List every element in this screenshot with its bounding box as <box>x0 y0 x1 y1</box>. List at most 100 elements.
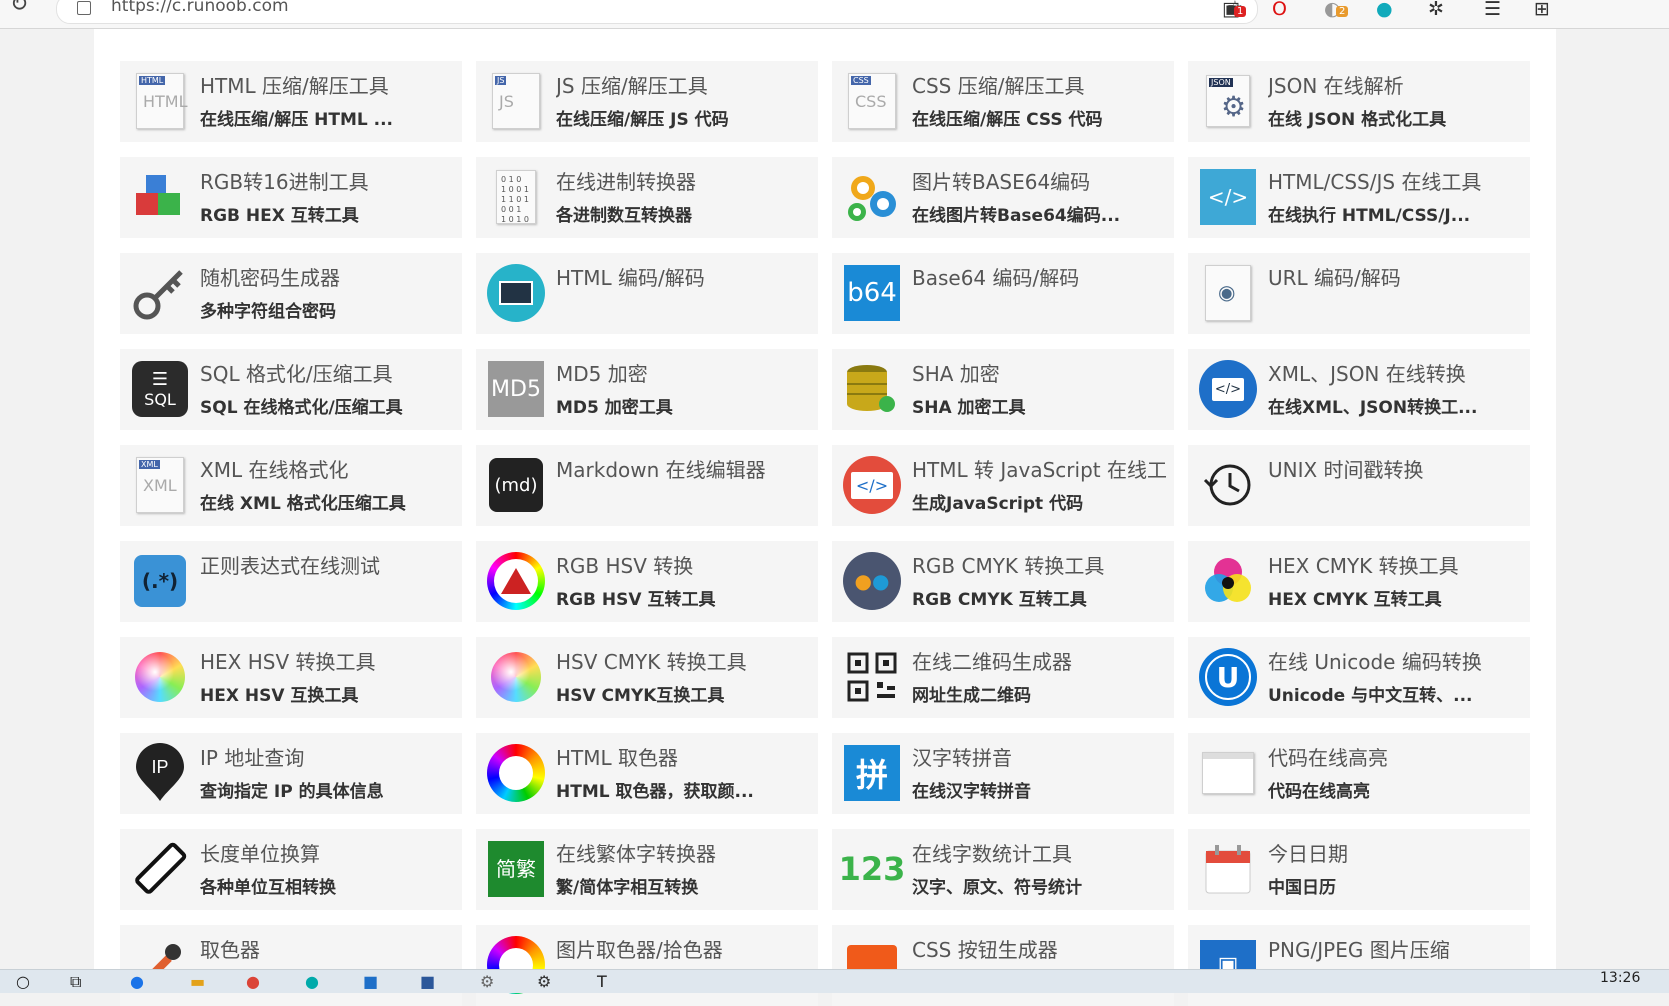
color-triangle-icon[interactable] <box>486 551 546 611</box>
reload-icon[interactable]: ↻ <box>10 0 28 17</box>
tool-title[interactable]: 图片取色器/拾色器 <box>556 934 812 963</box>
tool-title[interactable]: RGB CMYK 转换工具 <box>912 550 1168 579</box>
unicode-icon[interactable]: U <box>1198 647 1258 707</box>
tool-title[interactable]: HEX CMYK 转换工具 <box>1268 550 1524 579</box>
json-gear-icon[interactable]: JSON ⚙ <box>1198 71 1258 131</box>
opera-extension-icon[interactable]: O <box>1272 0 1287 20</box>
tool-card[interactable]: HEX CMYK 转换工具 HEX CMYK 互转工具 <box>1188 541 1530 622</box>
tool-title[interactable]: 今日日期 <box>1268 838 1524 867</box>
tool-title[interactable]: PNG/JPEG 图片压缩 <box>1268 934 1524 963</box>
tool-title[interactable]: HTML 取色器 <box>556 742 812 771</box>
tool-card[interactable]: 简繁 在线繁体字转换器 繁/简体字相互转换 <box>476 829 818 910</box>
typora-icon[interactable]: T <box>597 972 607 991</box>
tool-card[interactable]: UNIX 时间戳转换 <box>1188 445 1530 526</box>
tool-title[interactable]: HTML 压缩/解压工具 <box>200 70 456 99</box>
tool-card[interactable]: </> HTML/CSS/JS 在线工具 在线执行 HTML/CSS/J... <box>1188 157 1530 238</box>
rgb-cubes-icon[interactable] <box>130 167 190 227</box>
tool-title[interactable]: 代码在线高亮 <box>1268 742 1524 771</box>
tool-card[interactable]: HTML 编码/解码 <box>476 253 818 334</box>
html-doc-icon[interactable]: HTML HTML <box>130 71 190 131</box>
tool-title[interactable]: HTML 转 JavaScript 在线工具 <box>912 454 1168 483</box>
tool-card[interactable]: 拼汉字转拼音 在线汉字转拼音 <box>832 733 1174 814</box>
number-123-icon[interactable]: 123 <box>839 839 906 899</box>
collections-icon[interactable]: ⊞ <box>1534 0 1550 20</box>
tool-title[interactable]: MD5 加密 <box>556 358 812 387</box>
qrcode-icon[interactable] <box>842 647 902 707</box>
tool-card[interactable]: U 在线 Unicode 编码转换 Unicode 与中文互转、... <box>1188 637 1530 718</box>
tool-title[interactable]: CSS 按钮生成器 <box>912 934 1168 963</box>
ruler-icon[interactable] <box>130 839 190 899</box>
binary-doc-icon[interactable]: 0 1 01 0 0 11 1 0 10 0 11 0 1 0 <box>486 167 546 227</box>
tool-card[interactable]: XML XML XML 在线格式化 在线 XML 格式化压缩工具 <box>120 445 462 526</box>
chrome-icon[interactable]: ● <box>246 972 260 991</box>
tool-title[interactable]: XML 在线格式化 <box>200 454 456 483</box>
history-clock-icon[interactable] <box>1198 455 1258 515</box>
favorites-icon[interactable]: ☰ <box>1484 0 1501 20</box>
tool-title[interactable]: JS 压缩/解压工具 <box>556 70 812 99</box>
tool-card[interactable]: 0 1 01 0 0 11 1 0 10 0 11 0 1 0 在线进制转换器 各进… <box>476 157 818 238</box>
traditional-chinese-icon[interactable]: 简繁 <box>486 839 546 899</box>
tool-title[interactable]: 在线进制转换器 <box>556 166 812 195</box>
color-ball-icon[interactable] <box>130 647 190 707</box>
tool-title[interactable]: HSV CMYK 转换工具 <box>556 646 812 675</box>
markdown-icon[interactable]: (md) <box>486 455 546 515</box>
extensions-puzzle-icon[interactable]: ✲ <box>1428 0 1444 20</box>
tool-title[interactable]: 正则表达式在线测试 <box>200 550 456 579</box>
tool-card[interactable]: JSON ⚙ JSON 在线解析 在线 JSON 格式化工具 <box>1188 61 1530 142</box>
task-view-icon[interactable]: ⧉ <box>70 972 81 992</box>
tool-card[interactable]: IP IP 地址查询 查询指定 IP 的具体信息 <box>120 733 462 814</box>
sql-icon[interactable]: ☰ SQL <box>130 359 190 419</box>
tool-card[interactable]: HEX HSV 转换工具 HEX HSV 互换工具 <box>120 637 462 718</box>
css-doc-icon[interactable]: CSS CSS <box>842 71 902 131</box>
key-icon[interactable] <box>130 263 190 323</box>
database-key-icon[interactable] <box>842 359 902 419</box>
tool-title[interactable]: 取色器 <box>200 934 456 963</box>
regex-icon[interactable]: (.*) <box>130 551 190 611</box>
tool-card[interactable]: 取色器 <box>120 925 462 1006</box>
b64-icon[interactable]: b64 <box>842 263 902 323</box>
tool-card[interactable]: HTML 取色器 HTML 取色器，获取颜... <box>476 733 818 814</box>
tool-title[interactable]: 在线 Unicode 编码转换 <box>1268 646 1524 675</box>
tool-card[interactable]: RGB转16进制工具 RGB HEX 互转工具 <box>120 157 462 238</box>
drops-icon[interactable]: ● ● <box>842 551 902 611</box>
tool-title[interactable]: XML、JSON 在线转换 <box>1268 358 1524 387</box>
tool-title[interactable]: HTML/CSS/JS 在线工具 <box>1268 166 1524 195</box>
tool-card[interactable]: 图片转BASE64编码 在线图片转Base64编码... <box>832 157 1174 238</box>
app-icon[interactable]: ● <box>130 972 144 991</box>
tool-card[interactable]: 长度单位换算 各种单位互相转换 <box>120 829 462 910</box>
tool-card[interactable]: 代码在线高亮 代码在线高亮 <box>1188 733 1530 814</box>
tool-card[interactable]: HSV CMYK 转换工具 HSV CMYK互换工具 <box>476 637 818 718</box>
clock[interactable]: 13:26 <box>1600 970 1640 986</box>
pinyin-icon[interactable]: 拼 <box>842 743 902 803</box>
word-icon[interactable]: ■ <box>420 972 435 991</box>
html-js-icon[interactable]: </> <box>842 455 902 515</box>
tool-title[interactable]: Base64 编码/解码 <box>912 262 1168 291</box>
gears-icon[interactable] <box>842 167 902 227</box>
tool-card[interactable]: CSS CSS CSS 压缩/解压工具 在线压缩/解压 CSS 代码 <box>832 61 1174 142</box>
tool-card[interactable]: </> HTML 转 JavaScript 在线工具 生成JavaScript 代码 <box>832 445 1174 526</box>
tool-title[interactable]: 图片转BASE64编码 <box>912 166 1168 195</box>
xml-json-icon[interactable]: </> <box>1198 359 1258 419</box>
tool-title[interactable]: 汉字转拼音 <box>912 742 1168 771</box>
address-bar[interactable]: https://c.runoob.com ☆ <box>56 0 1258 24</box>
tool-title[interactable]: IP 地址查询 <box>200 742 456 771</box>
tool-card[interactable]: CSS 按钮生成器 <box>832 925 1174 1006</box>
tool-card[interactable]: (.*) 正则表达式在线测试 <box>120 541 462 622</box>
md5-icon[interactable]: MD5 <box>486 359 546 419</box>
tool-card[interactable]: RGB HSV 转换 RGB HSV 互转工具 <box>476 541 818 622</box>
tool-card[interactable]: ◉ URL 编码/解码 <box>1188 253 1530 334</box>
tool-card[interactable]: ● ● RGB CMYK 转换工具 RGB CMYK 互转工具 <box>832 541 1174 622</box>
tool-card[interactable]: ▣ PNG/JPEG 图片压缩 <box>1188 925 1530 1006</box>
tool-card[interactable]: (md) Markdown 在线编辑器 <box>476 445 818 526</box>
tool-card[interactable]: 123 在线字数统计工具 汉字、原文、符号统计 <box>832 829 1174 910</box>
tool-card[interactable]: SHA 加密 SHA 加密工具 <box>832 349 1174 430</box>
js-doc-icon[interactable]: JS JS <box>486 71 546 131</box>
tool-card[interactable]: JS JS JS 压缩/解压工具 在线压缩/解压 JS 代码 <box>476 61 818 142</box>
tool-title[interactable]: RGB转16进制工具 <box>200 166 456 195</box>
site-info-icon[interactable] <box>77 1 91 15</box>
url-text[interactable]: https://c.runoob.com <box>111 0 289 16</box>
tool-card[interactable]: 在线二维码生成器 网址生成二维码 <box>832 637 1174 718</box>
tool-title[interactable]: JSON 在线解析 <box>1268 70 1524 99</box>
tool-card[interactable]: 随机密码生成器 多种字符组合密码 <box>120 253 462 334</box>
edge-icon[interactable]: ● <box>305 972 319 991</box>
